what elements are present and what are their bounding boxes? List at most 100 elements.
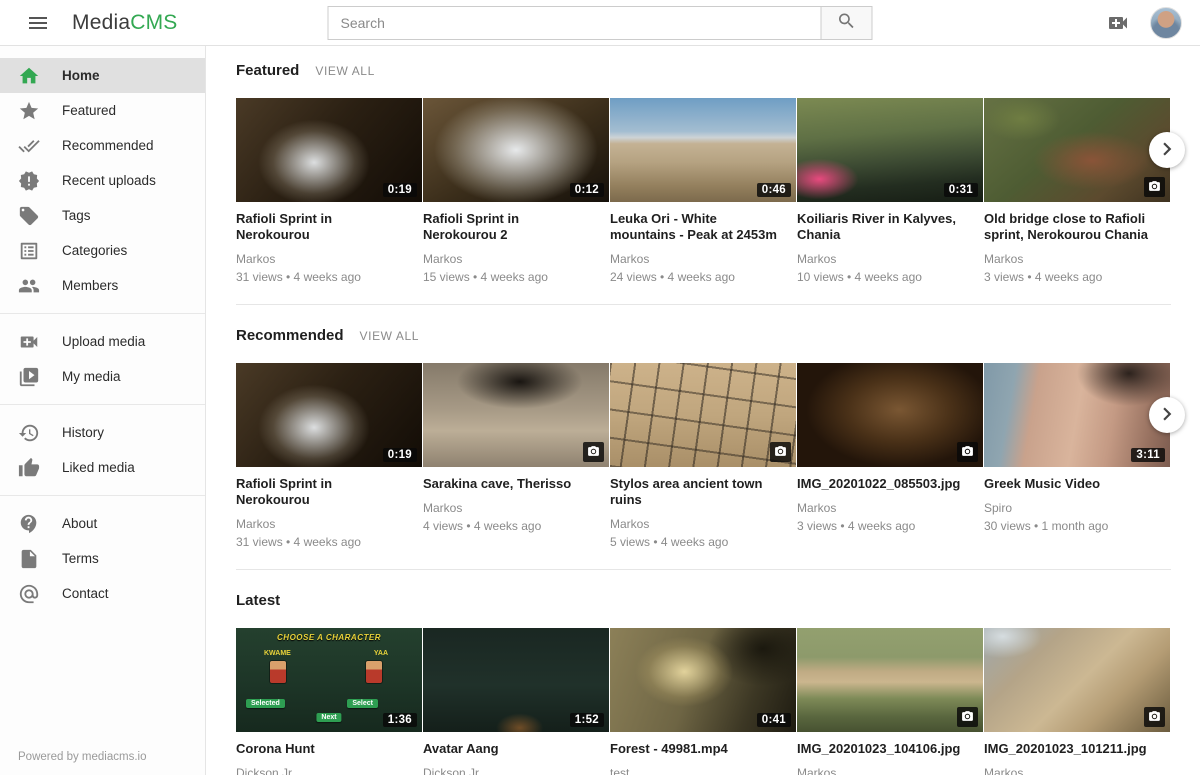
media-thumbnail[interactable] [797, 628, 983, 732]
media-author[interactable]: Markos [797, 501, 983, 515]
media-author[interactable]: Markos [236, 517, 422, 531]
sidebar-item-label: Featured [62, 103, 116, 118]
media-title[interactable]: IMG_20201023_104106.jpg [797, 741, 967, 757]
thumb-up-icon [18, 457, 40, 479]
sidebar-item-label: Terms [62, 551, 99, 566]
media-title[interactable]: IMG_20201022_085503.jpg [797, 476, 967, 492]
media-title[interactable]: IMG_20201023_101211.jpg [984, 741, 1154, 757]
media-title[interactable]: Corona Hunt [236, 741, 406, 757]
sidebar-item-upload-media[interactable]: Upload media [0, 324, 205, 359]
media-card[interactable]: 1:52 Avatar Aang Dickson Jr. 12 views • … [423, 628, 609, 775]
media-title[interactable]: Rafioli Sprint in Nerokourou 2 [423, 211, 593, 243]
media-card[interactable]: 0:19 Rafioli Sprint in Nerokourou Markos… [236, 363, 422, 549]
media-card[interactable]: 0:19 Rafioli Sprint in Nerokourou Markos… [236, 98, 422, 284]
media-card[interactable]: IMG_20201023_104106.jpg Markos 4 views •… [797, 628, 983, 775]
media-thumbnail[interactable] [984, 628, 1170, 732]
media-title[interactable]: Forest - 49981.mp4 [610, 741, 780, 757]
media-author[interactable]: Markos [236, 252, 422, 266]
media-title[interactable]: Rafioli Sprint in Nerokourou [236, 211, 406, 243]
character-sprite [270, 661, 286, 683]
sidebar-item-my-media[interactable]: My media [0, 359, 205, 394]
media-thumbnail[interactable]: 0:19 [236, 363, 422, 467]
top-header: MediaCMS [0, 0, 1200, 46]
sidebar-item-featured[interactable]: Featured [0, 93, 205, 128]
photo-camera-icon [583, 442, 604, 462]
sidebar-item-terms[interactable]: Terms [0, 541, 205, 576]
media-title[interactable]: Stylos area ancient town ruins [610, 476, 780, 508]
sidebar-item-label: My media [62, 369, 121, 384]
media-author[interactable]: Dickson Jr. [423, 766, 609, 775]
sidebar-item-about[interactable]: About [0, 506, 205, 541]
media-author[interactable]: Markos [984, 766, 1170, 775]
main-content: Featured VIEW ALL 0:19 Rafioli Sprint in… [206, 46, 1200, 775]
media-title[interactable]: Greek Music Video [984, 476, 1154, 492]
done-all-icon [18, 135, 40, 157]
media-title[interactable]: Old bridge close to Rafioli sprint, Nero… [984, 211, 1154, 243]
media-thumbnail[interactable]: 0:19 [236, 98, 422, 202]
media-title[interactable]: Leuka Ori - White mountains - Peak at 24… [610, 211, 780, 243]
brand-logo[interactable]: MediaCMS [72, 11, 177, 35]
duration-badge: 0:41 [757, 713, 791, 727]
media-card[interactable]: 0:41 Forest - 49981.mp4 test 17 views • … [610, 628, 796, 775]
media-section: Recommended VIEW ALL 0:19 Rafioli Sprint… [236, 327, 1171, 570]
media-author[interactable]: Markos [984, 252, 1170, 266]
media-thumbnail[interactable]: 0:12 [423, 98, 609, 202]
media-author[interactable]: Markos [423, 501, 609, 515]
sidebar-item-recommended[interactable]: Recommended [0, 128, 205, 163]
media-card[interactable]: IMG_20201023_101211.jpg Markos 4 views •… [984, 628, 1170, 775]
upload-media-icon[interactable] [1104, 9, 1132, 37]
media-card[interactable]: 3:11 Greek Music Video Spiro 30 views • … [984, 363, 1170, 549]
video-call-icon [18, 331, 40, 353]
media-thumbnail[interactable]: 0:31 [797, 98, 983, 202]
sidebar-item-tags[interactable]: Tags [0, 198, 205, 233]
media-meta: 4 views • 4 weeks ago [423, 519, 609, 533]
media-author[interactable]: Markos [610, 252, 796, 266]
media-thumbnail[interactable]: 3:11 [984, 363, 1170, 467]
media-card[interactable]: CHOOSE A CHARACTERKWAMEYAASelectedNextSe… [236, 628, 422, 775]
media-card[interactable]: 0:46 Leuka Ori - White mountains - Peak … [610, 98, 796, 284]
media-title[interactable]: Koiliaris River in Kalyves, Chania [797, 211, 967, 243]
user-avatar[interactable] [1150, 7, 1182, 39]
media-author[interactable]: Markos [423, 252, 609, 266]
media-author[interactable]: Dickson Jr. [236, 766, 422, 775]
media-author[interactable]: Markos [797, 766, 983, 775]
media-card[interactable]: 0:31 Koiliaris River in Kalyves, Chania … [797, 98, 983, 284]
media-card[interactable]: 0:12 Rafioli Sprint in Nerokourou 2 Mark… [423, 98, 609, 284]
media-card[interactable]: Sarakina cave, Therisso Markos 4 views •… [423, 363, 609, 549]
media-author[interactable]: Markos [797, 252, 983, 266]
sidebar-item-categories[interactable]: Categories [0, 233, 205, 268]
next-arrow-button[interactable] [1149, 397, 1185, 433]
contact-support-icon [18, 513, 40, 535]
search-input[interactable] [328, 6, 821, 40]
media-card[interactable]: Old bridge close to Rafioli sprint, Nero… [984, 98, 1170, 284]
next-arrow-button[interactable] [1149, 132, 1185, 168]
media-title[interactable]: Sarakina cave, Therisso [423, 476, 593, 492]
media-title[interactable]: Rafioli Sprint in Nerokourou [236, 476, 406, 508]
media-thumbnail[interactable]: 1:52 [423, 628, 609, 732]
media-card[interactable]: IMG_20201022_085503.jpg Markos 3 views •… [797, 363, 983, 549]
media-card[interactable]: Stylos area ancient town ruins Markos 5 … [610, 363, 796, 549]
sidebar-item-home[interactable]: Home [0, 58, 205, 93]
sidebar-item-history[interactable]: History [0, 415, 205, 450]
media-author[interactable]: Markos [610, 517, 796, 531]
sidebar-item-contact[interactable]: Contact [0, 576, 205, 611]
sidebar-item-liked-media[interactable]: Liked media [0, 450, 205, 485]
star-icon [18, 100, 40, 122]
sidebar-item-members[interactable]: Members [0, 268, 205, 303]
media-thumbnail[interactable] [797, 363, 983, 467]
media-thumbnail[interactable]: 0:41 [610, 628, 796, 732]
view-all-link[interactable]: VIEW ALL [360, 329, 420, 343]
hamburger-menu-icon[interactable] [18, 3, 58, 43]
media-thumbnail[interactable]: CHOOSE A CHARACTERKWAMEYAASelectedNextSe… [236, 628, 422, 732]
media-thumbnail[interactable] [610, 363, 796, 467]
video-library-icon [18, 366, 40, 388]
view-all-link[interactable]: VIEW ALL [315, 64, 375, 78]
media-author[interactable]: Spiro [984, 501, 1170, 515]
media-title[interactable]: Avatar Aang [423, 741, 593, 757]
media-thumbnail[interactable]: 0:46 [610, 98, 796, 202]
media-author[interactable]: test [610, 766, 796, 775]
sidebar-item-recent-uploads[interactable]: Recent uploads [0, 163, 205, 198]
media-thumbnail[interactable] [984, 98, 1170, 202]
search-button[interactable] [821, 6, 873, 40]
media-thumbnail[interactable] [423, 363, 609, 467]
